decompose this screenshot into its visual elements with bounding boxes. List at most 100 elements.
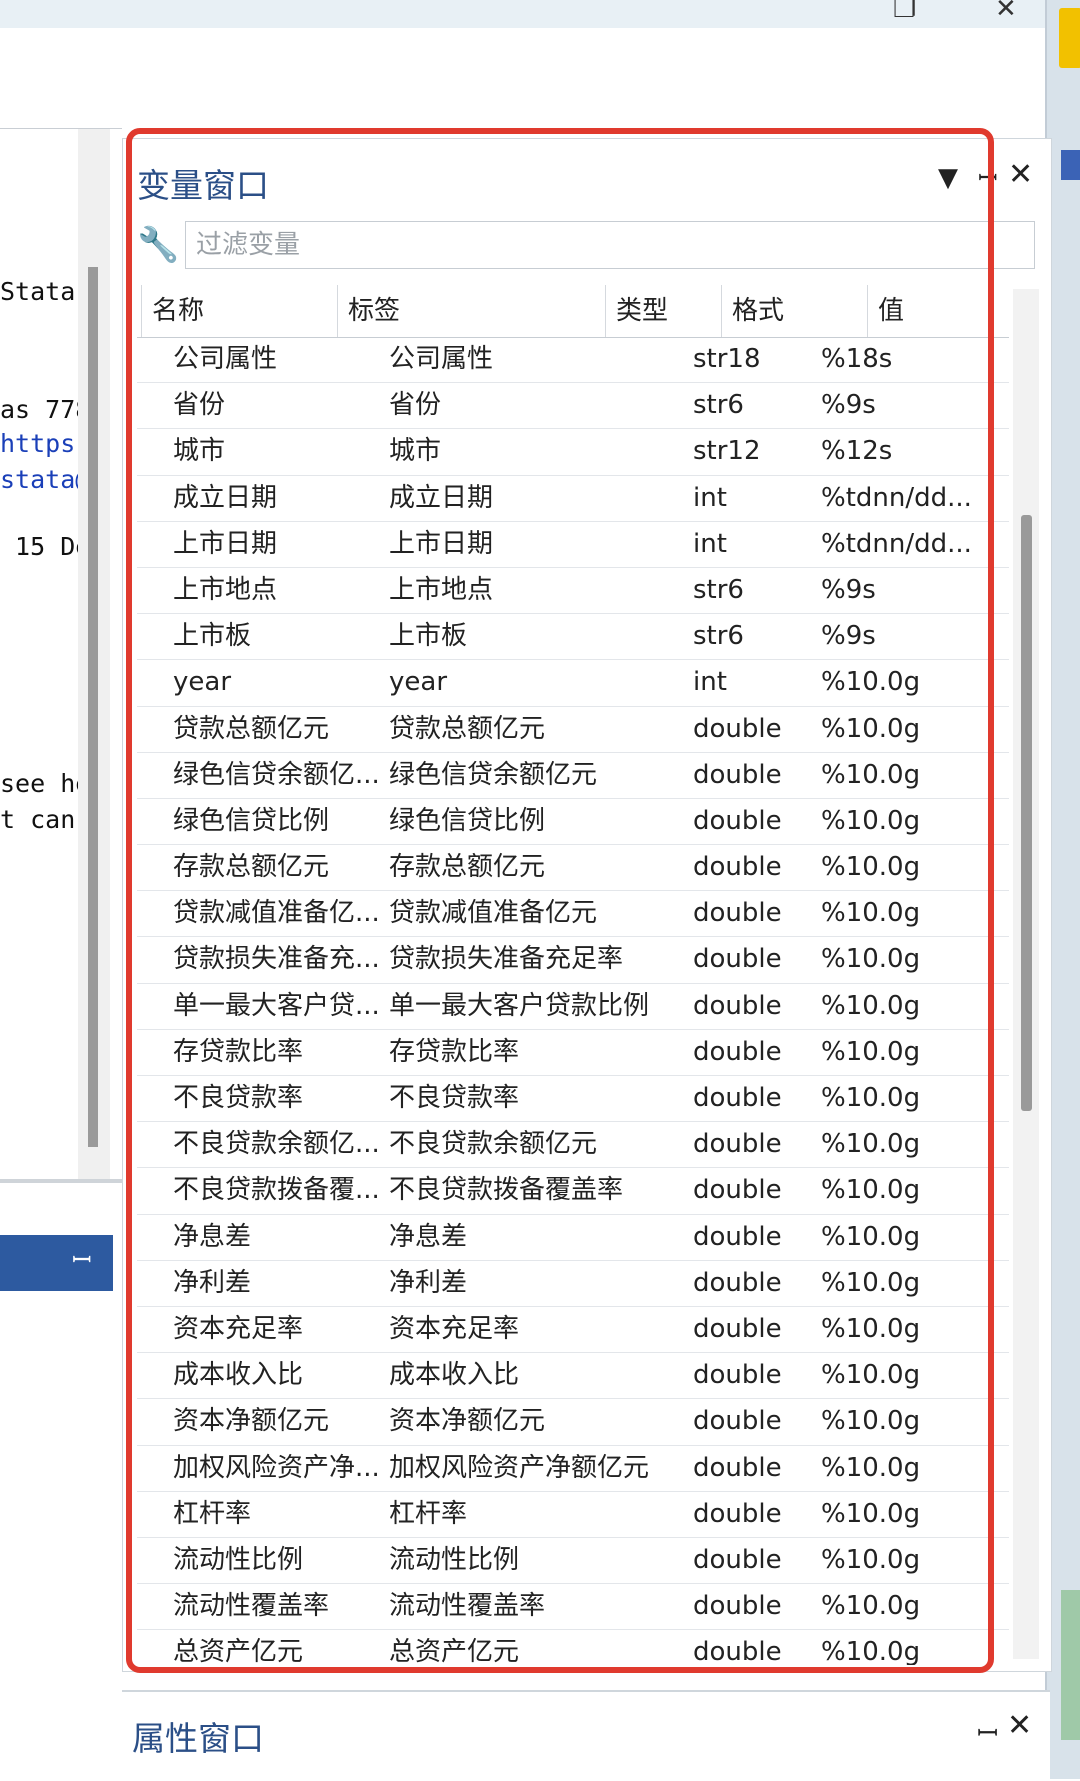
var-name: 杠杆率	[173, 1498, 252, 1529]
table-row[interactable]: 贷款损失准备充... 贷款损失准备充足率 double %10.0g	[137, 937, 1009, 984]
table-row[interactable]: 成本收入比 成本收入比 double %10.0g	[137, 1353, 1009, 1400]
table-row[interactable]: 上市地点 上市地点 str6 %9s	[137, 568, 1009, 615]
variable-scrollbar-thumb[interactable]	[1021, 515, 1032, 1111]
var-type: str18	[693, 344, 761, 374]
taskbar-app-icon[interactable]	[1059, 8, 1080, 68]
wrench-icon[interactable]: 🔧	[137, 225, 179, 265]
var-format: %10.0g	[821, 1406, 921, 1437]
var-format: %10.0g	[821, 1313, 921, 1344]
table-row[interactable]: 加权风险资产净... 加权风险资产净额亿元 double %10.0g	[137, 1446, 1009, 1492]
column-header-format[interactable]: 格式	[721, 285, 867, 337]
taskbar-app-icon[interactable]	[1061, 150, 1080, 180]
table-row[interactable]: 存款总额亿元 存款总额亿元 double %10.0g	[137, 845, 1009, 892]
table-row[interactable]: 总资产亿元 总资产亿元 double %10.0g	[137, 1630, 1009, 1665]
var-type: str12	[693, 436, 761, 467]
table-row[interactable]: 净利差 净利差 double %10.0g	[137, 1261, 1009, 1307]
column-header-type[interactable]: 类型	[605, 285, 721, 337]
var-format: %10.0g	[821, 1129, 921, 1160]
var-type: double	[693, 1267, 782, 1298]
table-row[interactable]: 不良贷款拨备覆... 不良贷款拨备覆盖率 double %10.0g	[137, 1168, 1009, 1215]
pin-icon[interactable]: ꟷ	[72, 1243, 92, 1276]
var-format: %10.0g	[821, 759, 921, 790]
variable-grid: 名称 标签 类型 格式 值 公司属性 公司属性 str18 %18s 省份 省份 str6%…	[137, 285, 1009, 1665]
var-name: 城市	[173, 436, 226, 467]
filter-icon[interactable]: ▼	[938, 163, 958, 193]
variable-scrollbar-track[interactable]	[1013, 289, 1039, 1659]
var-type: int	[693, 482, 727, 513]
table-row[interactable]: 流动性覆盖率 流动性覆盖率 double %10.0g	[137, 1584, 1009, 1631]
table-row[interactable]: 上市板 上市板 str6 %9s	[137, 614, 1009, 661]
toolbar-area	[0, 28, 1045, 128]
var-type: double	[693, 944, 782, 975]
var-type: double	[693, 1313, 782, 1344]
var-label: 绿色信贷比例	[389, 805, 546, 836]
var-format: %10.0g	[821, 990, 921, 1021]
var-label: 成本收入比	[389, 1360, 520, 1391]
table-row[interactable]: 不良贷款率 不良贷款率 double %10.0g	[137, 1076, 1009, 1123]
var-format: %10.0g	[821, 1036, 921, 1067]
close-icon[interactable]: ✕	[1008, 157, 1033, 192]
var-label: 流动性覆盖率	[389, 1591, 546, 1622]
pin-icon[interactable]: ꟷ	[977, 1714, 998, 1750]
var-format: %10.0g	[821, 1221, 921, 1252]
filter-variables-input[interactable]	[185, 221, 1035, 269]
restore-window-icon[interactable]: ❐	[893, 0, 916, 24]
var-name: 贷款总额亿元	[173, 713, 330, 744]
var-label: 资本净额亿元	[389, 1406, 546, 1437]
results-scrollbar-thumb[interactable]	[88, 267, 98, 1147]
variable-window: 变量窗口 ▼ ꟷ ✕ 🔧 名称 标签 类型 格式 值 公司属性 公司属性 str18…	[122, 138, 1052, 1672]
table-row[interactable]: 资本充足率 资本充足率 double %10.0g	[137, 1307, 1009, 1354]
var-format: %tdnn/dd...	[821, 528, 972, 559]
var-type: str6	[693, 390, 744, 421]
var-name: 贷款减值准备亿...	[173, 898, 380, 929]
var-format: %10.0g	[821, 1267, 921, 1298]
table-row[interactable]: 省份 省份 str6 %9s	[137, 383, 1009, 430]
pin-icon[interactable]: ꟷ	[978, 161, 998, 194]
close-icon[interactable]: ✕	[1007, 1708, 1032, 1743]
var-name: 成立日期	[173, 482, 278, 513]
table-row[interactable]: 杠杆率 杠杆率 double %10.0g	[137, 1492, 1009, 1538]
var-name: 总资产亿元	[173, 1637, 304, 1665]
table-row[interactable]: 流动性比例 流动性比例 double %10.0g	[137, 1538, 1009, 1585]
var-format: %12s	[821, 436, 893, 467]
table-row[interactable]: 贷款总额亿元 贷款总额亿元 double %10.0g	[137, 707, 1009, 753]
var-label: 净利差	[389, 1267, 468, 1298]
var-label: 上市地点	[389, 574, 494, 605]
property-window-header: 属性窗口 ꟷ ✕	[122, 1690, 1050, 1781]
filter-bar: 🔧	[137, 219, 1037, 271]
pane-divider	[0, 1179, 122, 1183]
var-label: 贷款损失准备充足率	[389, 944, 624, 975]
var-name: 绿色信贷余额亿...	[173, 759, 380, 790]
table-row[interactable]: 贷款减值准备亿... 贷款减值准备亿元 double %10.0g	[137, 891, 1009, 938]
var-name: 上市日期	[173, 528, 278, 559]
table-row[interactable]: 绿色信贷余额亿... 绿色信贷余额亿元 double %10.0g	[137, 753, 1009, 799]
table-row[interactable]: 资本净额亿元 资本净额亿元 double %10.0g	[137, 1399, 1009, 1446]
table-row[interactable]: 上市日期 上市日期 int %tdnn/dd...	[137, 522, 1009, 568]
column-header-value-label[interactable]: 值	[867, 285, 907, 337]
var-name: 公司属性	[173, 344, 278, 374]
var-type: double	[693, 1083, 782, 1113]
table-row[interactable]: 存贷款比率 存贷款比率 double %10.0g	[137, 1030, 1009, 1076]
var-type: double	[693, 1175, 782, 1206]
var-format: %10.0g	[821, 1452, 921, 1483]
table-row[interactable]: 公司属性 公司属性 str18 %18s	[137, 337, 1009, 384]
table-row[interactable]: year year int %10.0g	[137, 660, 1009, 707]
var-format: %10.0g	[821, 898, 921, 929]
var-name: 流动性覆盖率	[173, 1591, 330, 1622]
var-label: 上市板	[389, 621, 468, 652]
command-pane-header: ꟷ	[0, 1235, 113, 1291]
var-label: 贷款减值准备亿元	[389, 898, 598, 929]
table-row[interactable]: 城市 城市 str12 %12s	[137, 429, 1009, 476]
table-row[interactable]: 不良贷款余额亿... 不良贷款余额亿元 double %10.0g	[137, 1122, 1009, 1169]
var-name: 净息差	[173, 1221, 252, 1252]
close-window-icon[interactable]: ✕	[995, 0, 1017, 24]
table-row[interactable]: 绿色信贷比例 绿色信贷比例 double %10.0g	[137, 799, 1009, 846]
var-name: year	[173, 667, 232, 698]
column-header-label[interactable]: 标签	[337, 285, 605, 337]
table-row[interactable]: 单一最大客户贷... 单一最大客户贷款比例 double %10.0g	[137, 984, 1009, 1030]
column-header-name[interactable]: 名称	[141, 285, 337, 337]
var-name: 流动性比例	[173, 1544, 304, 1575]
var-label: 不良贷款率	[389, 1083, 520, 1113]
table-row[interactable]: 净息差 净息差 double %10.0g	[137, 1215, 1009, 1261]
table-row[interactable]: 成立日期 成立日期 int %tdnn/dd...	[137, 476, 1009, 522]
